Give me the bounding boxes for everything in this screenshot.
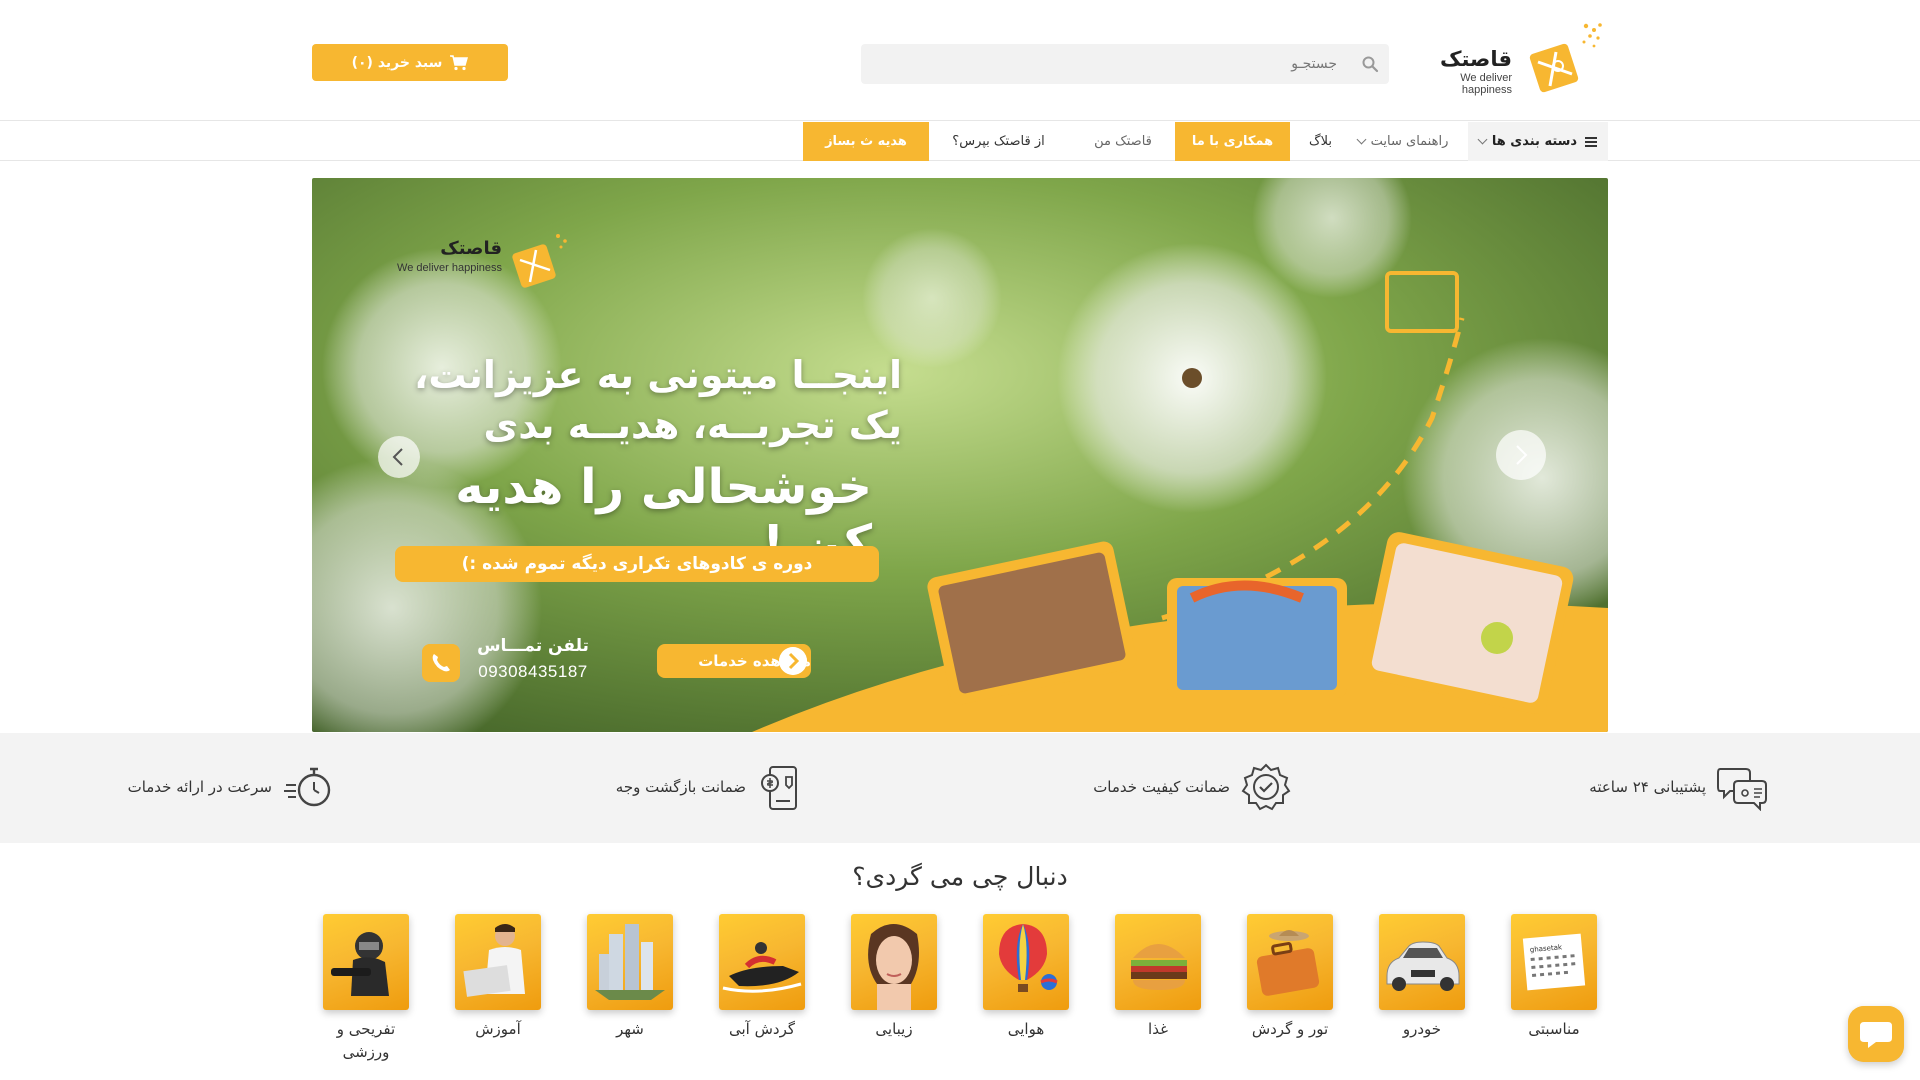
quality-badge-icon (1241, 763, 1291, 811)
features-bar: پشتیبانی ۲۴ ساعته ضمانت کیفیت خدمات ضمان… (0, 733, 1920, 843)
phone-icon (422, 644, 460, 682)
city-icon (595, 924, 665, 1000)
support-chat-icon (1717, 768, 1767, 811)
jet-ski-icon (722, 942, 802, 993)
brand-logo[interactable]: قاصتک We deliver happiness (1412, 22, 1604, 96)
nav-categories[interactable]: دسته بندی ها (1468, 122, 1608, 161)
chevron-down-icon (1356, 134, 1367, 145)
hero-phone: تلفن تمـــاس 09308435187 (422, 636, 602, 686)
beauty-face-icon (868, 924, 919, 1010)
category-item-food[interactable]: غذا (1115, 914, 1201, 1041)
search-icon[interactable] (1361, 55, 1379, 73)
chevron-right-icon (779, 647, 807, 675)
calendar-icon: ghasetak (1522, 933, 1586, 991)
hero-logo: قاصتک We deliver happiness (392, 228, 572, 292)
cart-button[interactable]: سبد خرید (۰) (312, 44, 508, 81)
gift-logo-icon (1529, 23, 1602, 93)
categories-title: دنبال چی می گردی؟ (852, 862, 1068, 891)
nav-gift-builder[interactable]: هدیه ث بساز (803, 122, 929, 161)
laptop-student-icon (463, 924, 525, 997)
brand-name: قاصتک (1439, 47, 1512, 71)
view-services-button[interactable]: مشاهده خدمات (657, 644, 811, 678)
category-item-city[interactable]: شهر (587, 914, 673, 1041)
category-item-water[interactable]: گردش آبی (719, 914, 805, 1041)
menu-icon (1585, 136, 1598, 147)
slider-prev-button[interactable] (378, 436, 420, 478)
site-header: قاصتک We deliver happiness جستجـو سبد خر… (0, 0, 1920, 121)
brand-tagline: We deliver happiness (1460, 72, 1512, 96)
paintball-icon (331, 932, 389, 996)
category-item-tour[interactable]: تور و گردش (1247, 914, 1333, 1041)
nav-site-guide[interactable]: راهنمای سایت (1343, 122, 1463, 161)
nav-ask[interactable]: از قاصتک بپرس؟ (931, 122, 1066, 161)
stopwatch-icon (284, 767, 331, 807)
category-item-sports[interactable]: تفریحی و ورزشی (323, 914, 409, 1064)
search-box (861, 44, 1389, 84)
chevron-down-icon (1477, 134, 1488, 145)
feature-item: ضمانت کیفیت خدمات (1093, 761, 1292, 813)
nav-partner[interactable]: همکاری با ما (1175, 122, 1290, 161)
search-input[interactable] (871, 44, 1341, 84)
feature-item: ضمانت بازگشت وجه (616, 761, 808, 813)
slider-next-button[interactable] (1496, 430, 1546, 480)
nav-my-ghastak[interactable]: قاصتک من (1073, 122, 1173, 161)
nav-blog[interactable]: بلاگ (1298, 122, 1343, 161)
category-item-occasion[interactable]: ghasetak مناسبتی (1511, 914, 1597, 1041)
money-back-icon (761, 766, 797, 810)
hero-slider[interactable]: قاصتک We deliver happiness اینجــا میتون… (312, 178, 1608, 732)
cart-icon (450, 54, 469, 70)
feature-item: پشتیبانی ۲۴ ساعته (1589, 761, 1768, 813)
car-icon (1386, 941, 1460, 991)
category-item-education[interactable]: آموزش (455, 914, 541, 1041)
cart-label: سبد خرید (۰) (351, 54, 443, 71)
category-item-beauty[interactable]: زیبایی (851, 914, 937, 1041)
suitcase-icon (1256, 930, 1320, 996)
gift-logo-icon (512, 234, 567, 288)
chat-widget-button[interactable] (1848, 1006, 1904, 1062)
hero-subheadline: اینجــا میتونی به عزیزانت، یک تجربــه، ه… (414, 353, 902, 447)
category-item-air[interactable]: هوایی (983, 914, 1069, 1041)
category-item-car[interactable]: خودرو (1379, 914, 1465, 1041)
burger-icon (1131, 944, 1187, 990)
hot-air-balloon-icon (999, 924, 1058, 992)
main-nav: دسته بندی ها راهنمای سایت بلاگ همکاری با… (0, 122, 1920, 161)
feature-item: سرعت در ارائه خدمات (128, 761, 334, 813)
hero-tagline-pill: دوره ی کادوهای تکراری دیگه تموم شده :) (395, 546, 879, 582)
